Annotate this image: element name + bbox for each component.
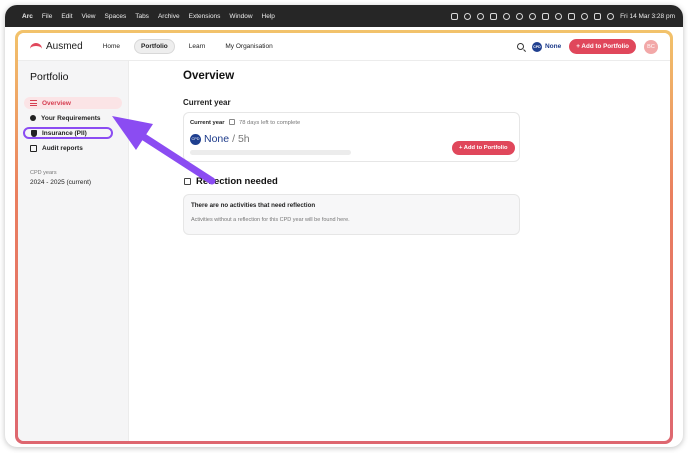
menu-spaces[interactable]: Spaces: [105, 13, 127, 20]
search-icon[interactable]: [516, 43, 524, 50]
clock[interactable]: Fri 14 Mar 3:28 pm: [620, 13, 675, 20]
tray-icon[interactable]: [464, 12, 472, 20]
tray-icon[interactable]: [529, 12, 537, 20]
battery-icon[interactable]: [542, 12, 550, 20]
page-title: Overview: [183, 70, 235, 82]
cpd-years-label: CPD years: [30, 170, 57, 176]
sidebar-item-insurance[interactable]: Insurance (PII): [23, 127, 113, 139]
tray-icon[interactable]: [477, 12, 485, 20]
tray-icon[interactable]: [568, 12, 576, 20]
nav-my-organisation[interactable]: My Organisation: [219, 40, 278, 53]
add-to-portfolio-button[interactable]: + Add to Portfolio: [452, 141, 515, 155]
cpd-progress-bar: [190, 150, 351, 155]
menu-help[interactable]: Help: [262, 13, 275, 20]
control-center-icon[interactable]: [594, 12, 602, 20]
menu-arc[interactable]: Arc: [22, 13, 33, 20]
calendar-icon: [229, 119, 235, 125]
tray-icon[interactable]: [503, 12, 511, 20]
brand-logo[interactable]: Ausmed: [30, 41, 83, 52]
sidebar-item-label: Insurance (PII): [42, 129, 87, 137]
reflection-empty-title: There are no activities that need reflec…: [191, 202, 316, 209]
menu-archive[interactable]: Archive: [158, 13, 180, 20]
brand-name: Ausmed: [46, 41, 83, 52]
search-icon[interactable]: [581, 12, 589, 20]
browser-frame: Ausmed Home Portfolio Learn My Organisat…: [15, 30, 673, 444]
menu-window[interactable]: Window: [229, 13, 252, 20]
cpd-badge-icon: CPD: [531, 41, 542, 52]
sidebar: Portfolio Overview Your Requirements Ins…: [18, 61, 129, 441]
list-icon: [30, 100, 37, 106]
main-content: Overview Current year Current year 78 da…: [129, 61, 670, 441]
wifi-icon[interactable]: [555, 12, 563, 20]
nav-portfolio[interactable]: Portfolio: [134, 39, 175, 54]
top-navigation: Ausmed Home Portfolio Learn My Organisat…: [18, 33, 670, 61]
sidebar-item-label: Overview: [42, 99, 71, 107]
web-app: Ausmed Home Portfolio Learn My Organisat…: [18, 33, 670, 441]
shield-icon: [31, 129, 37, 137]
sidebar-item-label: Your Requirements: [41, 114, 101, 122]
reflection-card: There are no activities that need reflec…: [183, 194, 520, 235]
window: Arc File Edit View Spaces Tabs Archive E…: [5, 5, 683, 447]
menu-tabs[interactable]: Tabs: [135, 13, 149, 20]
cpd-badge-icon: CPD: [190, 133, 201, 145]
menu-file[interactable]: File: [42, 13, 52, 20]
sidebar-item-label: Audit reports: [42, 144, 83, 152]
macos-menubar: Arc File Edit View Spaces Tabs Archive E…: [5, 5, 683, 27]
nav-home[interactable]: Home: [97, 40, 126, 53]
sidebar-item-your-requirements[interactable]: Your Requirements: [24, 112, 122, 124]
cpd-years-selector[interactable]: 2024 - 2025 (current): [30, 179, 122, 186]
circle-icon: [30, 115, 36, 121]
menu-edit[interactable]: Edit: [61, 13, 72, 20]
reflection-empty-subtitle: Activities without a reflection for this…: [191, 217, 350, 223]
cpd-hours-value: None: [204, 133, 230, 145]
current-year-card: Current year 78 days left to complete CP…: [183, 112, 520, 162]
cpd-summary[interactable]: CPD None: [531, 41, 562, 52]
cloud-icon[interactable]: [490, 12, 498, 20]
sidebar-item-overview[interactable]: Overview: [24, 97, 122, 109]
cpd-summary-value: None: [544, 43, 562, 50]
cpd-hours-target: / 5h: [232, 133, 250, 145]
menu-extensions[interactable]: Extensions: [189, 13, 221, 20]
cpd-progress-summary: CPD None / 5h: [190, 133, 250, 145]
days-left-text: 78 days left to complete: [239, 120, 301, 126]
avatar[interactable]: BC: [644, 39, 658, 54]
reflection-icon: [184, 178, 191, 185]
current-year-heading: Current year: [183, 98, 231, 107]
ausmed-logo-icon: [30, 42, 42, 51]
add-to-portfolio-button[interactable]: + Add to Portfolio: [569, 39, 636, 54]
report-icon: [30, 144, 37, 152]
sidebar-item-audit-reports[interactable]: Audit reports: [24, 142, 122, 154]
card-label: Current year: [190, 120, 225, 126]
sidebar-title: Portfolio: [30, 71, 69, 83]
menu-view[interactable]: View: [82, 13, 96, 20]
nav-learn[interactable]: Learn: [183, 40, 212, 53]
reflection-heading: Reflection needed: [196, 176, 278, 187]
siri-icon[interactable]: [607, 12, 615, 20]
tray-icon[interactable]: [516, 12, 524, 20]
tray-icon[interactable]: [451, 12, 459, 20]
